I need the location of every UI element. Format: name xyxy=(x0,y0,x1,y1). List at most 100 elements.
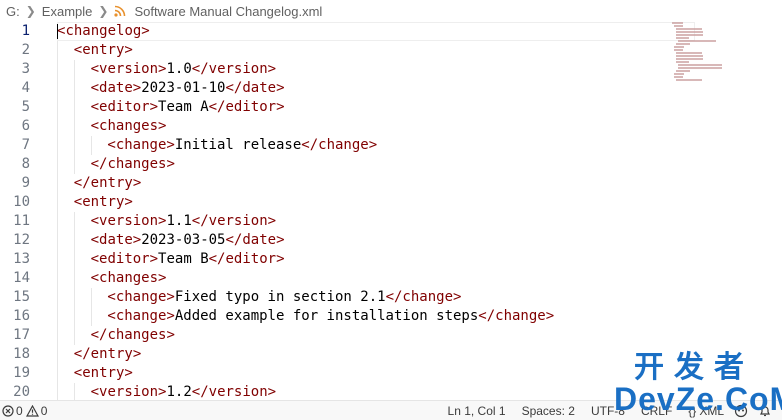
code-line[interactable]: <version>1.1</version> xyxy=(57,212,697,231)
error-count: 0 xyxy=(16,403,23,418)
xml-tag-name: date xyxy=(242,80,277,96)
indent-guide xyxy=(90,307,92,326)
bell-icon[interactable] xyxy=(758,404,772,418)
xml-bracket: > xyxy=(149,99,159,115)
xml-bracket: < xyxy=(73,194,83,210)
code-line[interactable]: <change>Initial release</change> xyxy=(57,136,697,155)
indent-guide xyxy=(57,212,58,231)
indent-guide xyxy=(57,174,58,193)
braces-icon: {} xyxy=(688,403,697,418)
code-line[interactable]: <changelog> xyxy=(57,22,697,41)
xml-bracket: </ xyxy=(301,137,319,153)
code-line[interactable]: <entry> xyxy=(57,193,697,212)
xml-bracket: < xyxy=(90,384,100,400)
minimap-line xyxy=(674,73,684,75)
line-number: 9 xyxy=(21,175,30,191)
breadcrumb-folder[interactable]: Example xyxy=(40,4,95,19)
xml-bracket: > xyxy=(267,61,277,77)
text-cursor xyxy=(57,24,58,39)
code-area[interactable]: <changelog> <entry> <version>1.0</version>… xyxy=(57,22,697,400)
minimap-line xyxy=(674,49,683,51)
indent-guide xyxy=(73,250,75,269)
code-line[interactable]: <editor>Team B</editor> xyxy=(57,250,697,269)
line-number: 11 xyxy=(13,213,30,229)
xml-bracket: < xyxy=(73,42,83,58)
xml-bracket: </ xyxy=(385,289,403,305)
xml-bracket: </ xyxy=(225,232,243,248)
indent-guide xyxy=(73,231,75,250)
xml-tag-name: change xyxy=(115,308,167,324)
code-editor[interactable]: 1 2 3 4 5 6 7 8 9 10 11 12 13 14 15 16 17 18 19 20 <changel… xyxy=(0,22,782,400)
xml-bracket: </ xyxy=(191,384,209,400)
breadcrumb-file[interactable]: Software Manual Changelog.xml xyxy=(132,4,324,19)
code-line[interactable]: <changes> xyxy=(57,117,697,136)
minimap-line xyxy=(676,70,690,72)
indent-guide xyxy=(90,136,92,155)
line-number-gutter: 1 2 3 4 5 6 7 8 9 10 11 12 13 14 15 16 17 18 19 20 xyxy=(0,22,44,400)
problems-indicator[interactable]: 0 0 xyxy=(0,404,50,418)
rss-icon xyxy=(114,5,126,17)
code-line[interactable]: <date>2023-03-05</date> xyxy=(57,231,697,250)
xml-tag-name: editor xyxy=(225,251,277,267)
indent-guide xyxy=(57,383,58,400)
xml-bracket: < xyxy=(90,213,100,229)
xml-bracket: > xyxy=(276,80,285,96)
xml-bracket: < xyxy=(107,289,116,305)
xml-tag-name: version xyxy=(208,213,268,229)
code-line[interactable]: <entry> xyxy=(57,41,697,60)
minimap-line xyxy=(676,43,690,45)
xml-bracket: > xyxy=(124,42,133,58)
cursor-position[interactable]: Ln 1, Col 1 xyxy=(448,404,506,418)
language-mode[interactable]: {} XML xyxy=(688,404,724,418)
indentation-setting[interactable]: Spaces: 2 xyxy=(522,404,575,418)
code-line[interactable]: <change>Added example for installation s… xyxy=(57,307,697,326)
eol-setting[interactable]: CRLF xyxy=(641,404,672,418)
indent-guide xyxy=(73,326,75,345)
xml-text: Added example for installation steps xyxy=(174,308,479,324)
indent-guide xyxy=(57,60,58,79)
code-line[interactable]: <editor>Team A</editor> xyxy=(57,98,697,117)
code-line[interactable]: <entry> xyxy=(57,364,697,383)
code-line[interactable]: <date>2023-01-10</date> xyxy=(57,79,697,98)
xml-tag-name: version xyxy=(99,213,159,229)
xml-bracket: > xyxy=(124,194,133,210)
xml-tag-name: version xyxy=(99,384,159,400)
code-line[interactable]: </entry> xyxy=(57,345,697,364)
line-number: 15 xyxy=(13,289,30,305)
code-line[interactable]: <changes> xyxy=(57,269,697,288)
minimap-line xyxy=(676,52,702,54)
xml-bracket: > xyxy=(166,289,175,305)
xml-bracket: </ xyxy=(90,327,108,343)
code-line[interactable]: <version>1.0</version> xyxy=(57,60,697,79)
code-line[interactable]: </changes> xyxy=(57,155,697,174)
minimap-line xyxy=(672,22,683,24)
indent-guide xyxy=(57,79,58,98)
minimap-line xyxy=(678,40,716,42)
xml-bracket: < xyxy=(90,232,100,248)
code-line[interactable]: </changes> xyxy=(57,326,697,345)
xml-bracket: </ xyxy=(191,213,209,229)
xml-tag-name: changelog xyxy=(65,23,142,39)
encoding-setting[interactable]: UTF-8 xyxy=(591,404,625,418)
xml-tag-name: change xyxy=(115,137,167,153)
indent-guide xyxy=(73,60,75,79)
minimap[interactable] xyxy=(672,22,722,102)
xml-bracket: > xyxy=(545,308,555,324)
minimap-line xyxy=(676,37,689,39)
code-line[interactable]: <change>Fixed typo in section 2.1</chang… xyxy=(57,288,697,307)
warning-icon xyxy=(25,404,39,417)
indent-guide xyxy=(73,117,75,136)
xml-bracket: < xyxy=(90,80,100,96)
breadcrumb-drive[interactable]: G: xyxy=(0,4,22,19)
xml-bracket: < xyxy=(90,270,100,286)
xml-bracket: > xyxy=(158,118,167,134)
code-line[interactable]: <version>1.2</version> xyxy=(57,383,697,400)
code-line[interactable]: </entry> xyxy=(57,174,697,193)
xml-bracket: </ xyxy=(90,156,108,172)
xml-text: Team A xyxy=(158,99,209,115)
xml-tag-name: change xyxy=(402,289,453,305)
copilot-icon[interactable] xyxy=(734,404,748,418)
minimap-line xyxy=(676,61,689,63)
xml-bracket: > xyxy=(132,232,142,248)
xml-bracket: > xyxy=(166,327,175,343)
